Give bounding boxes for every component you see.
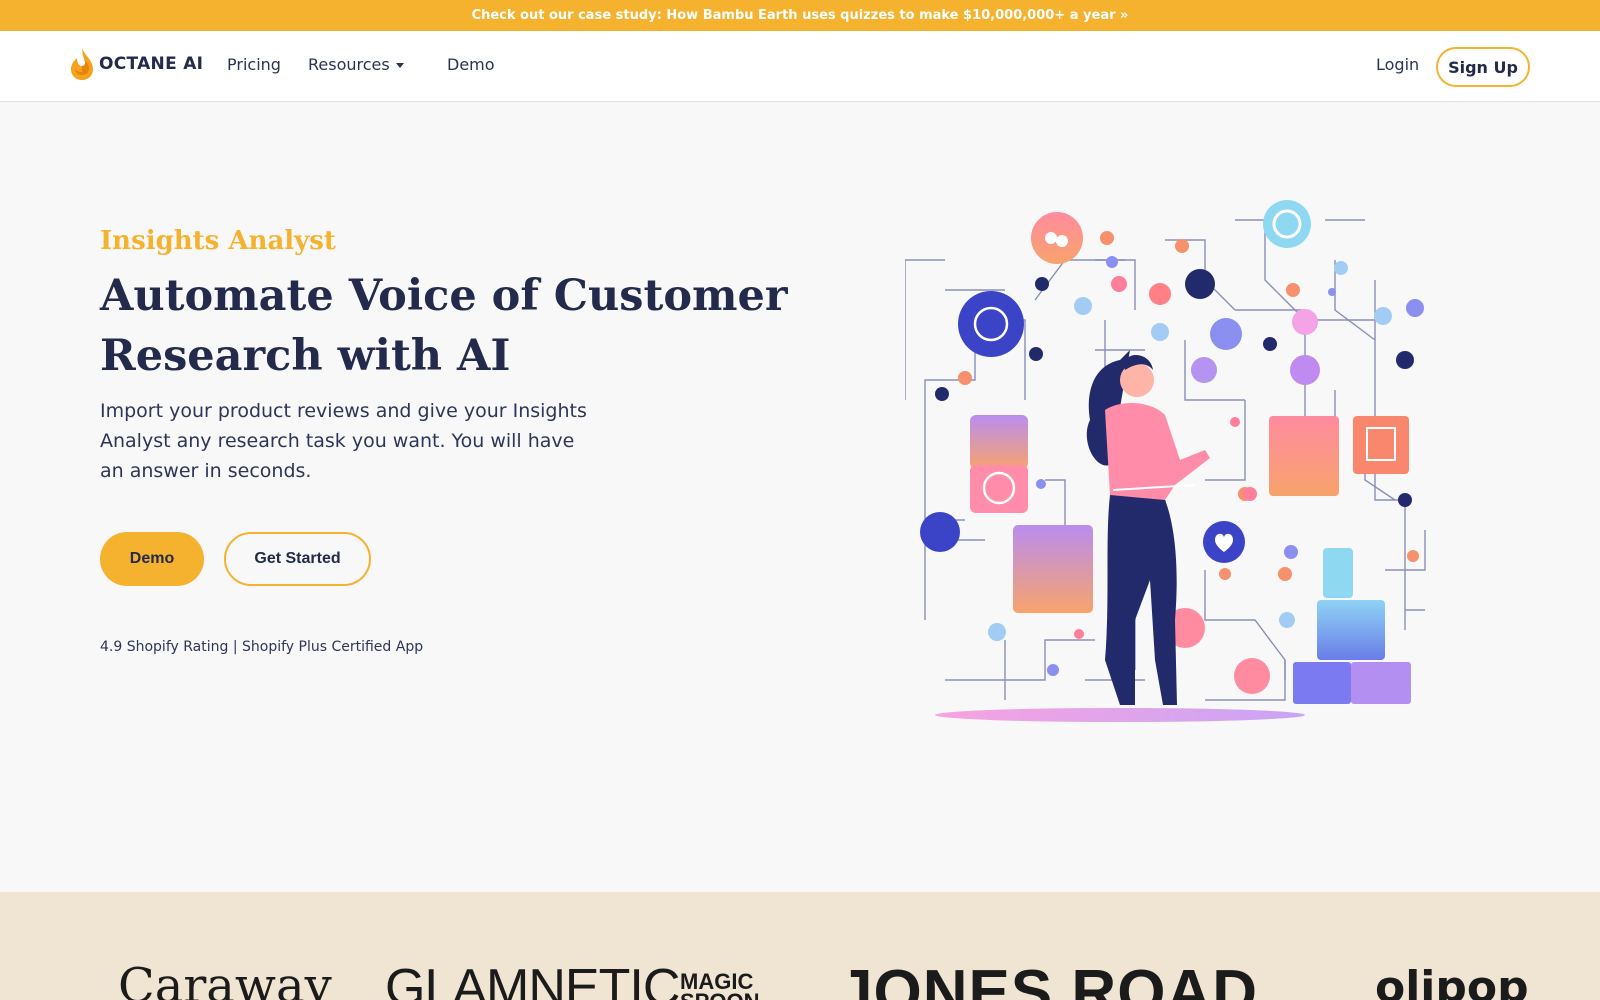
- login-link[interactable]: Login: [1376, 55, 1419, 74]
- announcement-bar: Check out our case study: How Bambu Eart…: [0, 0, 1600, 31]
- brand-logo-jones-road: JONES ROAD: [838, 958, 1258, 1000]
- brand-logo-glamnetic: GLAMNETIC: [385, 959, 680, 1000]
- brand-logo-magic-spoon: MAGIC SPOON: [680, 969, 759, 1000]
- brand-logo-caraway: Caraway: [118, 958, 332, 1000]
- brand-logo-olipop: olipop: [1375, 962, 1529, 1000]
- logo-wordmark: OCTANE AI: [99, 54, 204, 74]
- hero-eyebrow: Insights Analyst: [100, 226, 336, 256]
- sign-up-button[interactable]: Sign Up: [1436, 47, 1530, 87]
- hero-illustration: [905, 200, 1426, 722]
- top-navigation: OCTANE AI Pricing Resources Demo Login S…: [0, 31, 1600, 102]
- hero-subheadline: Import your product reviews and give you…: [100, 400, 587, 482]
- hero-headline: Automate Voice of Customer Research with…: [100, 271, 788, 381]
- rating-text: 4.9 Shopify Rating | Shopify Plus Certif…: [100, 639, 424, 655]
- get-started-button[interactable]: Get Started: [224, 532, 371, 586]
- announcement-link[interactable]: Check out our case study: How Bambu Eart…: [472, 8, 1129, 23]
- demo-button[interactable]: Demo: [100, 532, 204, 586]
- nav-link-pricing[interactable]: Pricing: [227, 55, 281, 74]
- nav-link-demo[interactable]: Demo: [447, 55, 495, 74]
- brand-logos-strip: Caraway GLAMNETIC MAGIC SPOON JONES ROAD…: [0, 892, 1600, 1000]
- flame-icon: [71, 48, 93, 80]
- chevron-down-icon: [395, 63, 404, 68]
- octane-logo[interactable]: OCTANE AI: [69, 47, 203, 81]
- nav-link-resources-label: Resources: [308, 55, 390, 74]
- nav-link-resources[interactable]: Resources: [308, 55, 404, 74]
